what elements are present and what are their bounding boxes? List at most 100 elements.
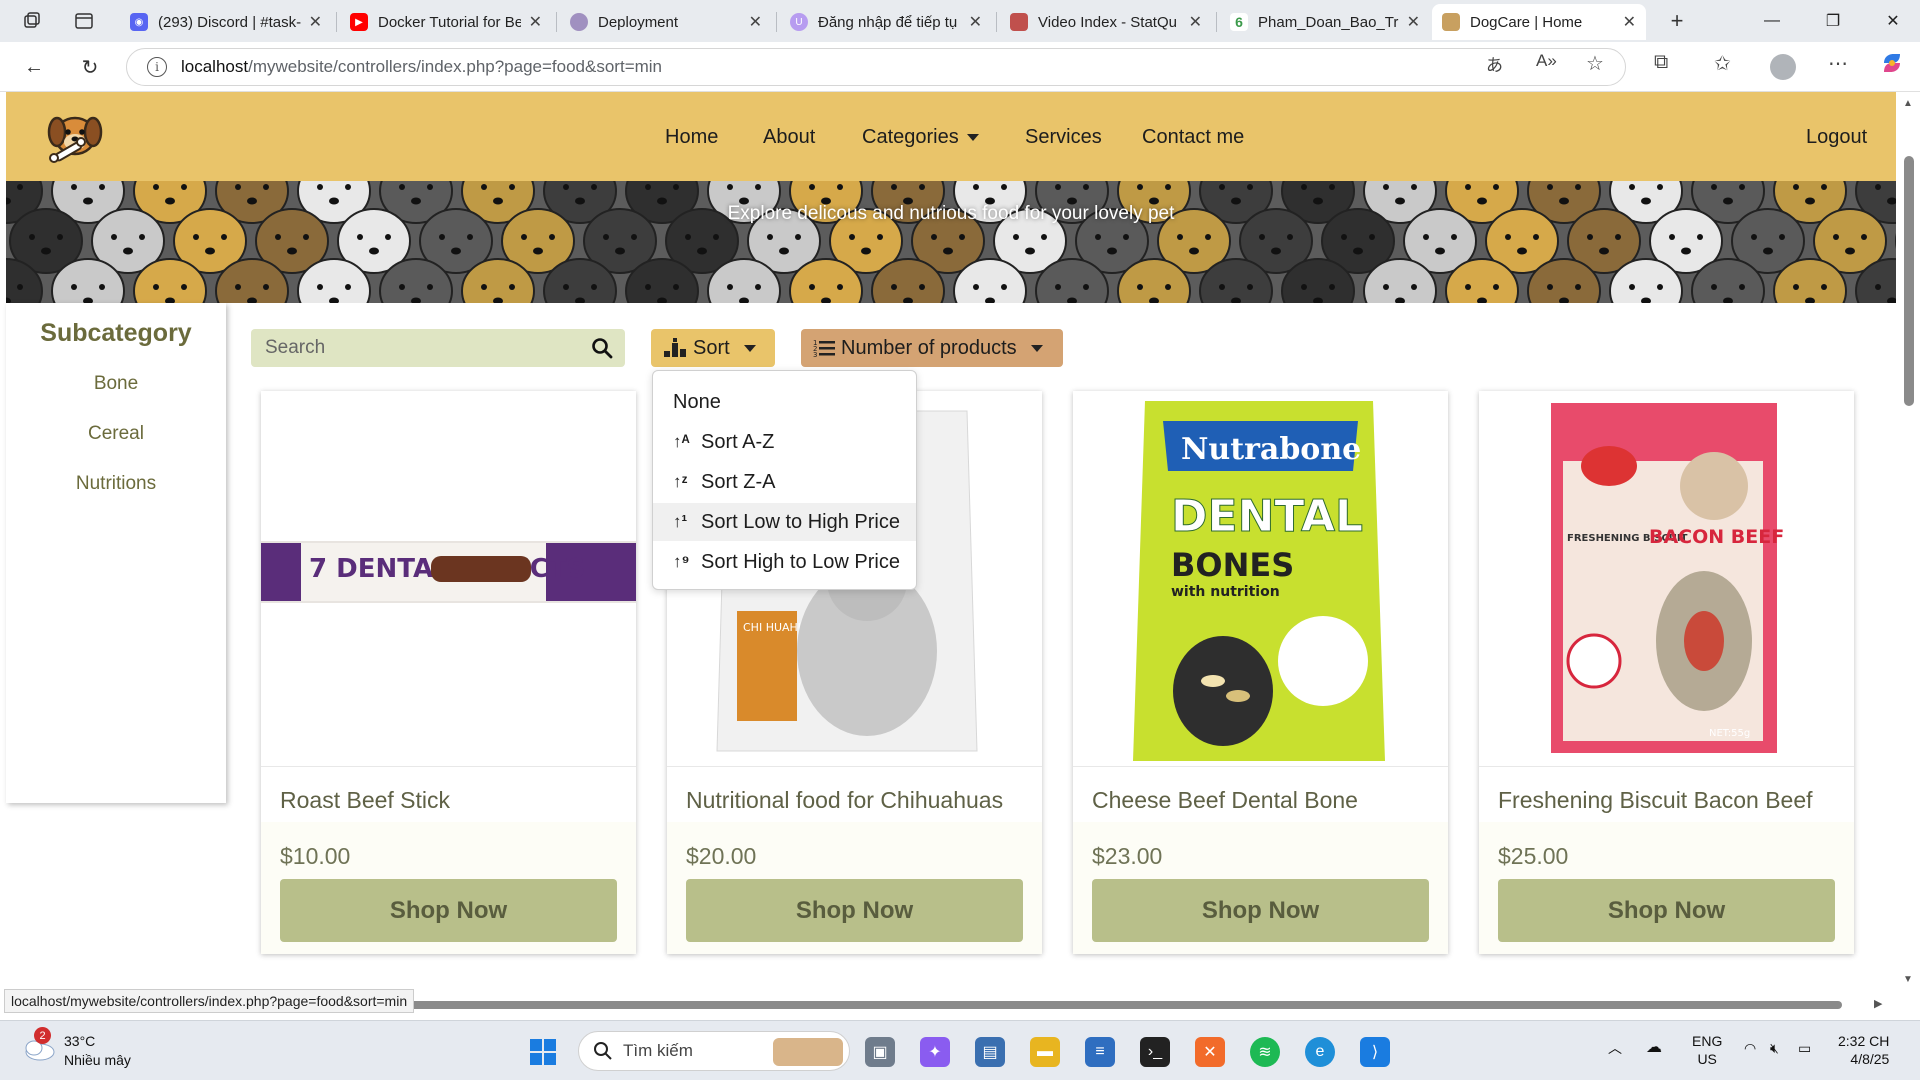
product-image[interactable]: FRESHENING BISCUIT BACON BEEF NET:55g xyxy=(1479,391,1854,767)
product-price: $20.00 xyxy=(686,843,757,869)
scroll-right-icon[interactable]: ▶ xyxy=(1874,997,1882,1010)
terminal-icon[interactable]: ›_ xyxy=(1140,1037,1170,1067)
chevron-down-icon xyxy=(966,134,979,142)
back-icon[interactable]: ← xyxy=(20,53,48,81)
taskbar-search[interactable]: Tìm kiếm xyxy=(578,1031,850,1071)
notepad-icon[interactable]: ≡ xyxy=(1085,1037,1115,1067)
tab-deployment[interactable]: Deployment ✕ xyxy=(560,4,772,40)
avatar-favicon-icon xyxy=(570,13,588,31)
site-info-icon[interactable]: i xyxy=(147,57,167,77)
tab-login[interactable]: U Đăng nhập để tiếp tụ ✕ xyxy=(780,4,992,40)
more-menu-icon[interactable]: ⋯ xyxy=(1828,51,1848,76)
close-tab-icon[interactable]: ✕ xyxy=(1189,12,1202,32)
translate-icon[interactable]: あ xyxy=(1486,51,1503,76)
logout-link[interactable]: Logout xyxy=(1806,126,1867,149)
reload-icon[interactable]: ↻ xyxy=(76,53,104,81)
product-image[interactable]: Nutrabone DENTAL BONES with nutrition xyxy=(1073,391,1448,767)
close-tab-icon[interactable]: ✕ xyxy=(529,12,542,32)
spotify-icon[interactable]: ≋ xyxy=(1250,1037,1280,1067)
tab-pham-doan[interactable]: 6 Pham_Doan_Bao_Trur ✕ xyxy=(1220,4,1430,40)
extensions-icon[interactable]: ⧉ xyxy=(1654,51,1668,74)
shop-now-button[interactable]: Shop Now xyxy=(686,879,1023,942)
nav-about[interactable]: About xyxy=(763,126,815,149)
nav-categories[interactable]: Categories xyxy=(862,126,979,149)
sort-option-z-a[interactable]: ↑ᶻ Sort Z-A xyxy=(653,463,916,501)
status-bar-url: localhost/mywebsite/controllers/index.ph… xyxy=(4,989,415,1013)
restore-icon[interactable]: ❐ xyxy=(1813,6,1853,36)
url-field[interactable]: i localhost/mywebsite/controllers/index.… xyxy=(126,48,1626,86)
file-explorer-icon[interactable]: ▬ xyxy=(1030,1037,1060,1067)
new-tab-icon[interactable]: + xyxy=(1664,8,1690,34)
battery-icon[interactable]: ▭ xyxy=(1798,1039,1811,1057)
number-of-products-button[interactable]: 123 Number of products xyxy=(801,329,1063,367)
product-card: Nutrabone DENTAL BONES with nutrition Ch… xyxy=(1073,391,1448,954)
search-input[interactable] xyxy=(265,335,565,361)
show-hidden-icons[interactable]: ︿ xyxy=(1608,1039,1622,1057)
close-tab-icon[interactable]: ✕ xyxy=(969,12,982,32)
weather-icon[interactable]: 2 xyxy=(22,1027,56,1061)
sidebar-item-nutritions[interactable]: Nutritions xyxy=(6,473,226,495)
chevron-down-icon xyxy=(1030,344,1043,352)
sidebar-item-cereal[interactable]: Cereal xyxy=(6,423,226,445)
minimize-icon[interactable]: — xyxy=(1752,6,1792,36)
favorite-star-icon[interactable]: ☆ xyxy=(1586,51,1604,76)
close-tab-icon[interactable]: ✕ xyxy=(309,12,322,32)
weather-desc[interactable]: Nhiều mây xyxy=(64,1051,131,1069)
product-card: 7 DENTAL EFFECTS Roast Beef Stick $10.00… xyxy=(261,391,636,954)
sort-option-a-z[interactable]: ↑ᴬ Sort A-Z xyxy=(653,423,916,461)
shop-now-button[interactable]: Shop Now xyxy=(1498,879,1835,942)
product-name[interactable]: Nutritional food for Chihuahuas xyxy=(667,767,1042,822)
product-name[interactable]: Roast Beef Stick xyxy=(261,767,636,822)
volume-muted-icon[interactable]: 🔇︎ xyxy=(1770,1039,1779,1057)
shop-now-button[interactable]: Shop Now xyxy=(1092,879,1429,942)
read-aloud-icon[interactable]: A» xyxy=(1536,51,1557,71)
close-tab-icon[interactable]: ✕ xyxy=(749,12,762,32)
workspaces-icon[interactable] xyxy=(19,8,45,34)
nav-contact[interactable]: Contact me xyxy=(1142,126,1244,149)
sort-dropdown-button[interactable]: Sort xyxy=(651,329,775,367)
close-tab-icon[interactable]: ✕ xyxy=(1407,12,1420,32)
task-view-icon[interactable]: ▣ xyxy=(865,1037,895,1067)
svg-text:BONES: BONES xyxy=(1171,546,1294,584)
nav-home[interactable]: Home xyxy=(665,126,718,149)
tab-dogcare-home[interactable]: DogCare | Home ✕ xyxy=(1432,4,1646,40)
close-tab-icon[interactable]: ✕ xyxy=(1623,12,1636,32)
tab-docker-tutorial[interactable]: ▶ Docker Tutorial for Be ✕ xyxy=(340,4,552,40)
tab-statquest[interactable]: Video Index - StatQu ✕ xyxy=(1000,4,1212,40)
product-card: FRESHENING BISCUIT BACON BEEF NET:55g Fr… xyxy=(1479,391,1854,954)
vscode-icon[interactable]: ⟩ xyxy=(1360,1037,1390,1067)
clock[interactable]: 2:32 CH 4/8/25 xyxy=(1838,1032,1889,1068)
product-name[interactable]: Cheese Beef Dental Bone xyxy=(1073,767,1448,822)
nav-services[interactable]: Services xyxy=(1025,126,1102,149)
shop-now-button[interactable]: Shop Now xyxy=(280,879,617,942)
start-menu-icon[interactable] xyxy=(528,1037,558,1067)
product-image[interactable]: 7 DENTAL EFFECTS xyxy=(261,391,636,767)
edge-icon[interactable]: e xyxy=(1305,1037,1335,1067)
copilot-app-icon[interactable]: ✦ xyxy=(920,1037,950,1067)
chevron-down-icon xyxy=(743,344,756,352)
weather-temp[interactable]: 33°C xyxy=(64,1032,95,1050)
wifi-icon[interactable]: ◠ xyxy=(1744,1039,1756,1057)
scroll-up-icon[interactable]: ▲ xyxy=(1903,98,1913,109)
sort-option-low-high[interactable]: ↑¹ Sort Low to High Price xyxy=(653,503,916,541)
vertical-scroll-thumb[interactable] xyxy=(1904,156,1914,406)
tab-actions-icon[interactable] xyxy=(71,8,97,34)
copilot-icon[interactable] xyxy=(1880,51,1904,80)
dog-logo-icon[interactable] xyxy=(44,108,106,166)
vertical-scrollbar[interactable]: ▲ ▼ xyxy=(1898,92,1920,1010)
xampp-icon[interactable]: ✕ xyxy=(1195,1037,1225,1067)
input-language[interactable]: ENG US xyxy=(1692,1032,1722,1068)
profile-avatar[interactable] xyxy=(1770,54,1796,80)
sidebar-item-bone[interactable]: Bone xyxy=(6,373,226,395)
svg-text:Nutrabone: Nutrabone xyxy=(1181,432,1361,467)
product-name[interactable]: Freshening Biscuit Bacon Beef xyxy=(1479,767,1854,822)
scroll-down-icon[interactable]: ▼ xyxy=(1903,974,1913,985)
photos-icon[interactable]: ▤ xyxy=(975,1037,1005,1067)
tab-discord[interactable]: ◉ (293) Discord | #task- ✕ xyxy=(120,4,332,40)
search-icon[interactable] xyxy=(591,337,613,359)
onedrive-icon[interactable]: ☁ xyxy=(1646,1039,1662,1057)
sort-option-none[interactable]: None xyxy=(653,383,916,421)
close-window-icon[interactable]: ✕ xyxy=(1873,6,1913,36)
favorites-icon[interactable]: ✩ xyxy=(1714,51,1731,76)
sort-option-high-low[interactable]: ↑⁹ Sort High to Low Price xyxy=(653,543,916,581)
